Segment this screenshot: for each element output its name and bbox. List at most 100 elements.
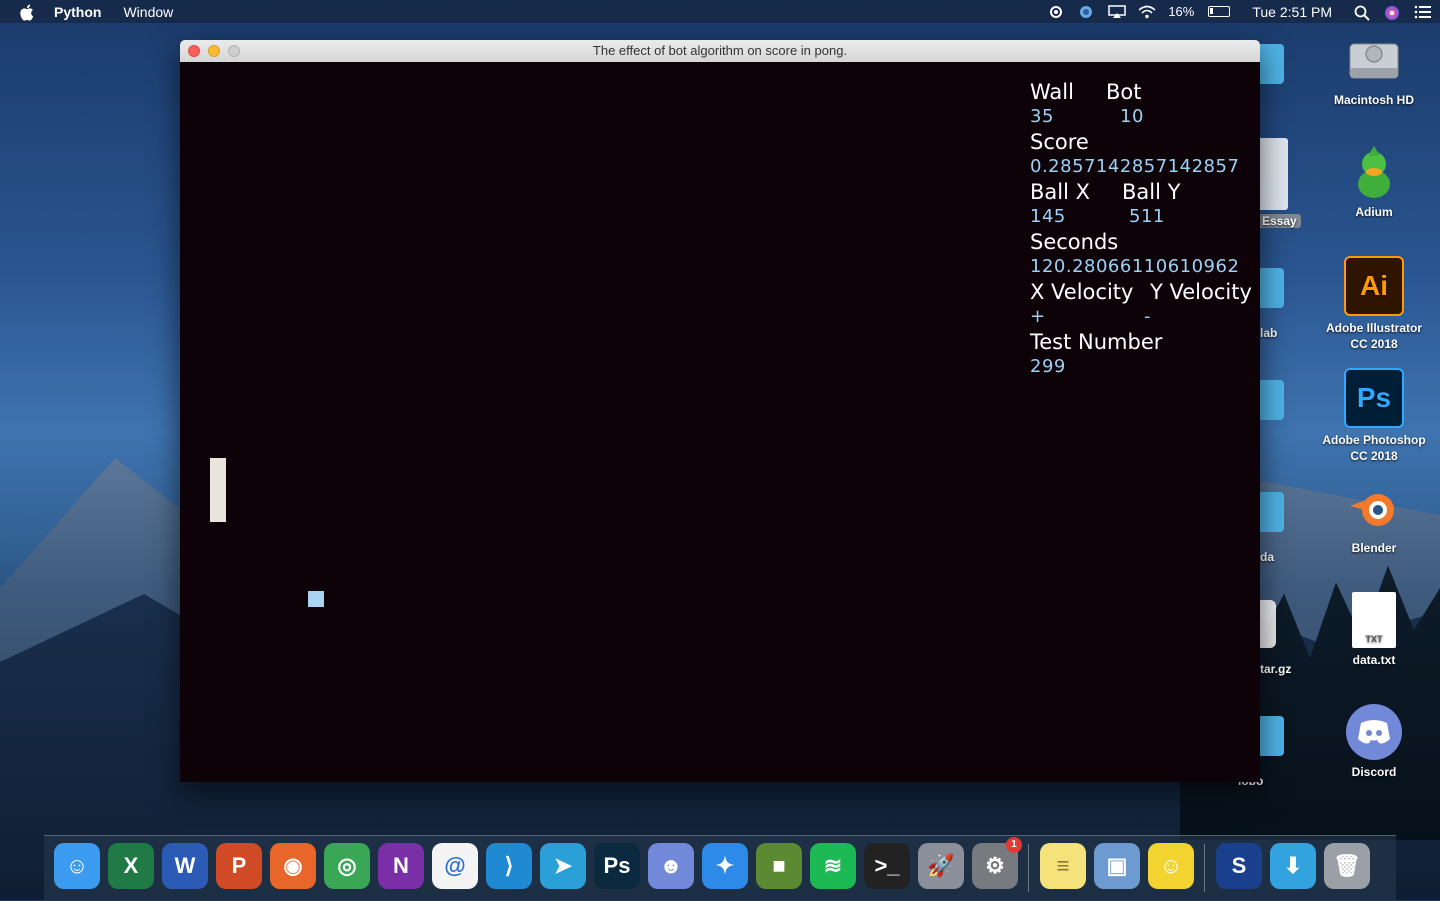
dock-discord-icon[interactable]: ☻ bbox=[648, 843, 694, 889]
desktop-icon-blender[interactable]: Blender bbox=[1319, 480, 1429, 556]
discord-icon bbox=[1346, 704, 1402, 760]
dock-skype-icon[interactable]: S bbox=[1216, 843, 1262, 889]
dock-finder-icon[interactable]: ☺ bbox=[54, 843, 100, 889]
desktop-item-essay-label[interactable]: Essay bbox=[1258, 214, 1301, 228]
window-title: The effect of bot algorithm on score in … bbox=[592, 43, 848, 58]
duck-icon bbox=[1346, 144, 1402, 200]
dock-system-preferences-icon[interactable]: ⚙ 1 bbox=[972, 837, 1022, 889]
apple-icon[interactable] bbox=[20, 4, 38, 21]
wifi-icon[interactable] bbox=[1138, 5, 1156, 19]
desktop-item-da-label[interactable]: da bbox=[1260, 550, 1274, 564]
score-label: Score bbox=[1030, 130, 1089, 154]
window-titlebar[interactable]: The effect of bot algorithm on score in … bbox=[180, 40, 1260, 63]
notification-center-icon[interactable] bbox=[1414, 5, 1431, 19]
archive-icon[interactable] bbox=[1260, 600, 1276, 648]
desktop-icon-label: Adium bbox=[1355, 205, 1393, 219]
folder-icon[interactable] bbox=[1260, 492, 1284, 532]
dock-separator bbox=[1028, 844, 1029, 892]
paddle bbox=[210, 458, 226, 522]
menu-bar: Python Window 16% Tue 2:51 PM bbox=[0, 0, 1440, 23]
ball-x-label: Ball X bbox=[1030, 180, 1091, 204]
dock-separator bbox=[1204, 844, 1205, 892]
ball-x-value: 145 bbox=[1030, 206, 1066, 227]
seconds-value: 120.28066110610962 bbox=[1030, 256, 1240, 277]
desktop-icon-label: data.txt bbox=[1352, 653, 1396, 667]
folder-icon[interactable] bbox=[1260, 44, 1284, 84]
dock-cyberduck-icon[interactable]: ☺ bbox=[1148, 843, 1194, 889]
folder-icon[interactable] bbox=[1260, 716, 1284, 756]
menu-extras: 16% Tue 2:51 PM bbox=[1048, 0, 1431, 23]
dock-vscode-icon[interactable]: ⟩ bbox=[486, 843, 532, 889]
folder-icon[interactable] bbox=[1260, 380, 1284, 420]
y-velocity-label: Y Velocity bbox=[1150, 280, 1252, 304]
dock-firefox-icon[interactable]: ◉ bbox=[270, 843, 316, 889]
desktop-icon-discord[interactable]: Discord bbox=[1319, 704, 1429, 780]
illustrator-icon: Ai bbox=[1344, 256, 1404, 316]
game-canvas[interactable]: Wall Bot 35 10 Score 0.2857142857142857 … bbox=[180, 62, 1260, 782]
dock-notes-icon[interactable]: ≡ bbox=[1040, 843, 1086, 889]
test-number-value: 299 bbox=[1030, 356, 1066, 377]
dock-launchpad-icon[interactable]: 🚀 bbox=[918, 843, 964, 889]
menu-window[interactable]: Window bbox=[123, 4, 173, 20]
desktop-icon-label: Discord bbox=[1351, 765, 1397, 779]
dock-powerpoint-icon[interactable]: P bbox=[216, 843, 262, 889]
hard-drive-icon bbox=[1346, 32, 1402, 88]
desktop-icon-label: Macintosh HD bbox=[1333, 93, 1414, 107]
dock-preview-icon[interactable]: ▣ bbox=[1094, 843, 1140, 889]
desktop-icon-label: Blender bbox=[1351, 541, 1397, 555]
y-velocity-value: - bbox=[1144, 306, 1151, 327]
battery-percent: 16% bbox=[1168, 4, 1195, 19]
menu-clock[interactable]: Tue 2:51 PM bbox=[1252, 4, 1332, 20]
bot-label: Bot bbox=[1106, 80, 1142, 104]
desktop-icon-macintosh-hd[interactable]: Macintosh HD bbox=[1319, 32, 1429, 108]
desktop-icon-adium[interactable]: Adium bbox=[1319, 144, 1429, 220]
seconds-label: Seconds bbox=[1030, 230, 1119, 254]
dock-word-icon[interactable]: W bbox=[162, 843, 208, 889]
dock-safari-icon[interactable]: ✦ bbox=[702, 843, 748, 889]
blender-icon bbox=[1346, 480, 1402, 536]
desktop-item-lab-label[interactable]: lab bbox=[1260, 326, 1277, 340]
sync-icon[interactable] bbox=[1048, 5, 1064, 19]
menu-app-name[interactable]: Python bbox=[54, 4, 101, 20]
dock-downloads-icon[interactable]: ⬇ bbox=[1270, 843, 1316, 889]
ball-y-label: Ball Y bbox=[1122, 180, 1181, 204]
x-velocity-value: + bbox=[1030, 306, 1046, 327]
wall-value: 35 bbox=[1030, 106, 1054, 127]
battery-icon[interactable] bbox=[1208, 6, 1231, 17]
dock-excel-icon[interactable]: X bbox=[108, 843, 154, 889]
siri-icon[interactable] bbox=[1384, 5, 1400, 20]
wall-label: Wall bbox=[1030, 80, 1074, 104]
test-number-label: Test Number bbox=[1030, 330, 1163, 354]
pong-window: The effect of bot algorithm on score in … bbox=[180, 40, 1260, 782]
desktop-icon-photoshop[interactable]: Ps Adobe Photoshop CC 2018 bbox=[1319, 368, 1429, 464]
document-icon[interactable] bbox=[1260, 138, 1288, 210]
dock-spotify-icon[interactable]: ≋ bbox=[810, 843, 856, 889]
score-value: 0.2857142857142857 bbox=[1030, 156, 1240, 177]
airplay-icon[interactable] bbox=[1108, 4, 1127, 19]
dock-chrome-icon[interactable]: ◎ bbox=[324, 843, 370, 889]
x-velocity-label: X Velocity bbox=[1030, 280, 1134, 304]
dock-trash-icon[interactable]: 🗑 bbox=[1324, 843, 1370, 889]
dock-telegram-icon[interactable]: ➤ bbox=[540, 843, 586, 889]
desktop-icon-label: Adobe Illustrator CC 2018 bbox=[1325, 321, 1422, 351]
desktop-icon-illustrator[interactable]: Ai Adobe Illustrator CC 2018 bbox=[1319, 256, 1429, 352]
text-file-icon: TXT bbox=[1352, 592, 1396, 648]
dock-mail-icon[interactable]: @ bbox=[432, 843, 478, 889]
vpn-icon[interactable] bbox=[1078, 5, 1094, 19]
dock-minecraft-icon[interactable]: ■ bbox=[756, 843, 802, 889]
notification-badge: 1 bbox=[1006, 837, 1022, 853]
ball-y-value: 511 bbox=[1129, 206, 1165, 227]
desktop-icon-data-txt[interactable]: TXT data.txt bbox=[1319, 592, 1429, 668]
dock-photoshop-icon[interactable]: Ps bbox=[594, 843, 640, 889]
desktop-item-targz-label[interactable]: tar.gz bbox=[1260, 662, 1291, 676]
dock-terminal-icon[interactable]: >_ bbox=[864, 843, 910, 889]
spotlight-search-icon[interactable] bbox=[1354, 5, 1370, 21]
ball bbox=[308, 591, 324, 607]
photoshop-icon: Ps bbox=[1344, 368, 1404, 428]
file-type-label: TXT bbox=[1365, 634, 1383, 644]
folder-icon[interactable] bbox=[1260, 268, 1284, 308]
bot-value: 10 bbox=[1120, 106, 1144, 127]
dock: ☺ X W P ◉ ◎ N @ ⟩ ➤ Ps ☻ ✦ ■ ≋ >_ 🚀 ⚙ 1 ≡ ▣ ☺ S ⬇ 🗑 bbox=[44, 835, 1396, 901]
desktop-icon-label: Adobe Photoshop CC 2018 bbox=[1322, 433, 1426, 463]
dock-onenote-icon[interactable]: N bbox=[378, 843, 424, 889]
